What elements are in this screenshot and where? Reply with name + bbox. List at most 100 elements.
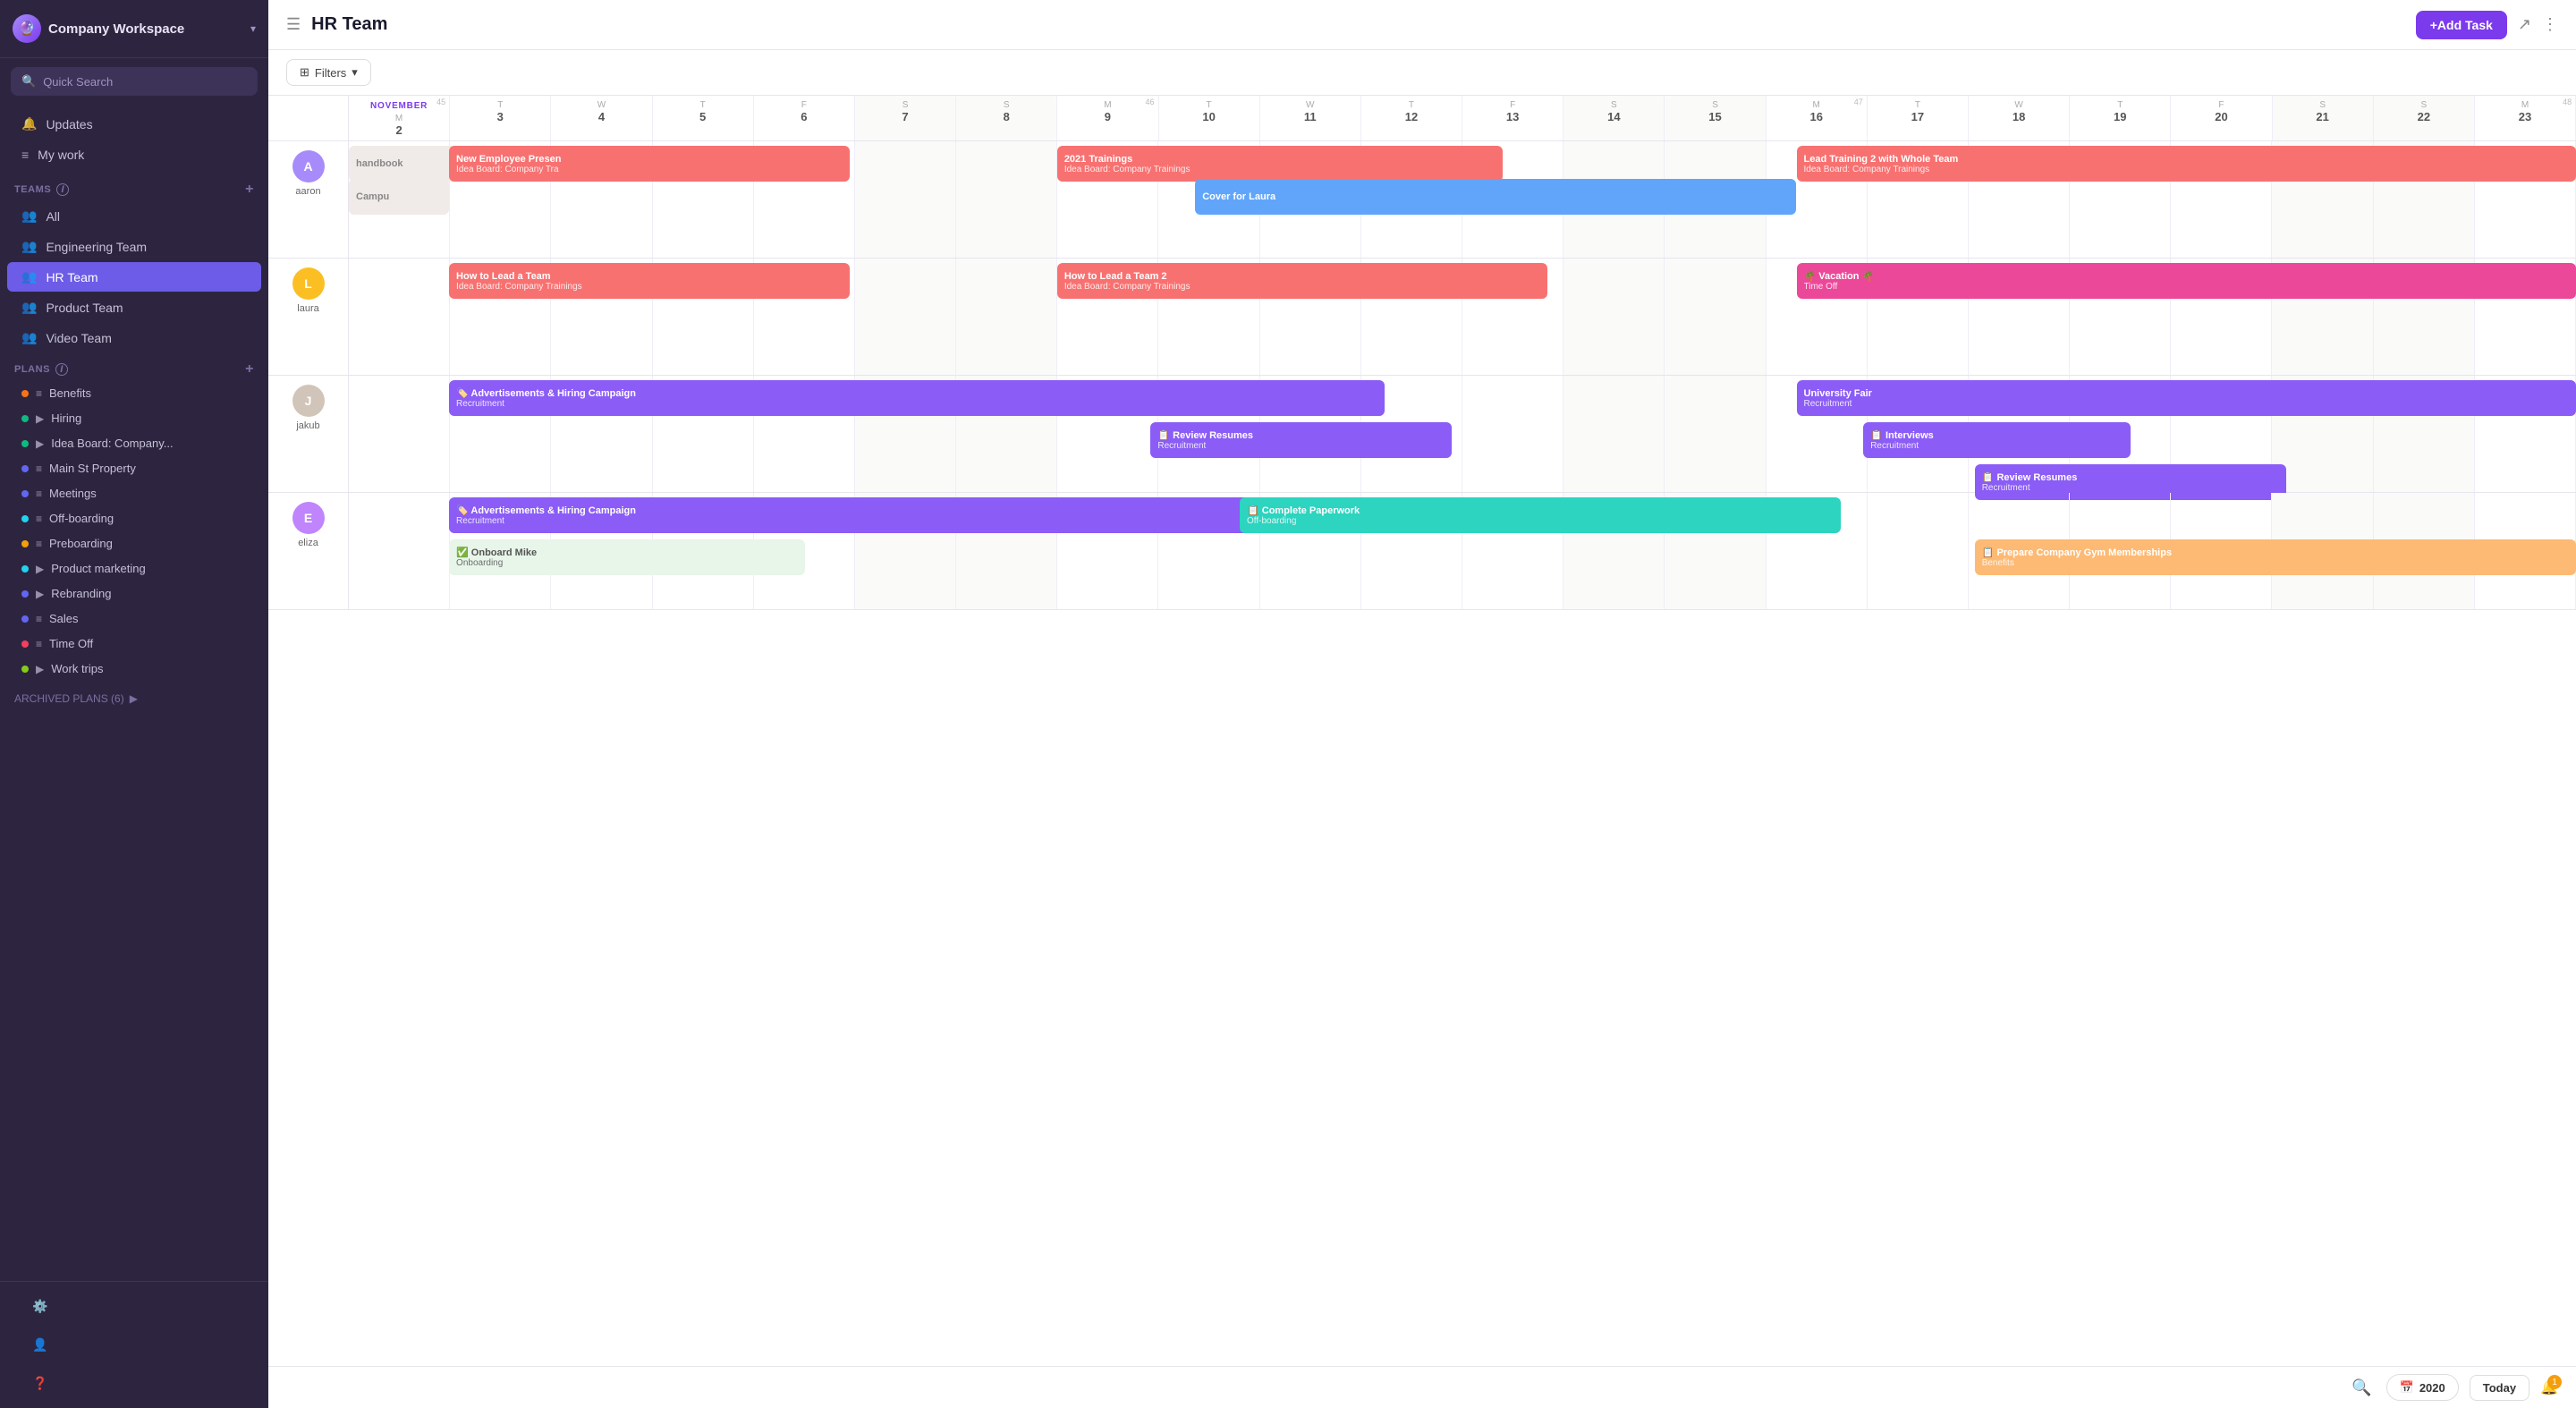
event-title: 2021 Trainings [1064, 154, 1496, 165]
calendar-row-jakub: J jakub 🏷️ Advertisements & Hiring Campa… [268, 376, 2576, 493]
archived-plans[interactable]: ARCHIVED PLANS (6) ▶ [0, 685, 268, 712]
plan-item-main-st-property[interactable]: ≡ Main St Property [7, 456, 261, 480]
day-name: M [2521, 100, 2529, 110]
plan-dot [21, 615, 29, 623]
event-aaron-4[interactable]: Lead Training 2 with Whole Team Idea Boa… [1797, 146, 2576, 182]
add-task-button[interactable]: +Add Task [2416, 11, 2507, 39]
event-subtitle: Onboarding [456, 558, 798, 568]
workspace-name: Company Workspace [48, 21, 243, 37]
month-label: NOVEMBER [351, 99, 447, 113]
today-button[interactable]: Today [2470, 1375, 2529, 1401]
zoom-button[interactable]: 🔍 [2348, 1375, 2375, 1401]
cal-day-11: W 11 [1260, 96, 1361, 140]
event-jakub-0[interactable]: 🏷️ Advertisements & Hiring Campaign Recr… [449, 380, 1385, 416]
day-number: 9 [1059, 110, 1156, 123]
sidebar-item-product[interactable]: 👥 Product Team [7, 293, 261, 322]
plan-dot [21, 666, 29, 673]
cal-day-13: F 13 [1462, 96, 1563, 140]
event-laura-1[interactable]: How to Lead a Team 2 Idea Board: Company… [1057, 263, 1547, 299]
event-subtitle: Benefits [1982, 558, 2569, 568]
calendar-container[interactable]: NOVEMBER45M 2T 3W 4T 5F 6S 7S 846M 9T 10… [268, 96, 2576, 1366]
notification-badge[interactable]: 🔔 1 [2540, 1378, 2558, 1396]
week-number: 45 [436, 98, 445, 106]
event-aaron-2[interactable]: New Employee Presen Idea Board: Company … [449, 146, 850, 182]
plan-item-meetings[interactable]: ≡ Meetings [7, 481, 261, 505]
add-team-button[interactable]: + [245, 182, 254, 197]
plans-list: ≡ Benefits ▶ Hiring ▶ Idea Board: Compan… [0, 380, 268, 682]
sidebar-item-engineering[interactable]: 👥 Engineering Team [7, 232, 261, 261]
search-icon: 🔍 [21, 74, 36, 89]
event-title: 📋 Prepare Company Gym Memberships [1982, 547, 2569, 558]
day-number: 23 [2477, 110, 2573, 123]
year-selector[interactable]: 📅 2020 [2386, 1374, 2459, 1401]
event-title: 📋 Complete Paperwork [1247, 505, 1834, 516]
bg-col [349, 259, 450, 375]
day-number: 14 [1565, 110, 1662, 123]
plans-info-icon[interactable]: i [55, 363, 68, 376]
event-title: How to Lead a Team 2 [1064, 271, 1540, 282]
hamburger-icon[interactable]: ☰ [286, 15, 301, 34]
share-button[interactable]: ↗ [2518, 15, 2531, 34]
plan-item-sales[interactable]: ≡ Sales [7, 606, 261, 631]
event-title: How to Lead a Team [456, 271, 843, 282]
sidebar-item-all[interactable]: 👥 All [7, 201, 261, 231]
plan-item-product-marketing[interactable]: ▶ Product marketing [7, 556, 261, 581]
teams-info-icon[interactable]: i [56, 183, 69, 196]
sidebar-item-mywork[interactable]: ≡ My work [7, 140, 261, 169]
day-name: W [1306, 100, 1314, 110]
event-eliza-0[interactable]: 🏷️ Advertisements & Hiring Campaign Recr… [449, 497, 1295, 533]
sidebar-people[interactable]: 👤 [18, 1330, 250, 1360]
engineering-team-icon: 👥 [21, 239, 37, 254]
event-title: 🏷️ Advertisements & Hiring Campaign [456, 387, 1377, 399]
event-eliza-1[interactable]: 📋 Complete Paperwork Off-boarding [1240, 497, 1841, 533]
add-plan-button[interactable]: + [245, 362, 254, 377]
more-options-button[interactable]: ⋮ [2542, 15, 2558, 34]
plan-item-work-trips[interactable]: ▶ Work trips [7, 657, 261, 681]
event-jakub-1[interactable]: 📋 Review Resumes Recruitment [1150, 422, 1451, 458]
plan-item-idea-board:-company...[interactable]: ▶ Idea Board: Company... [7, 431, 261, 455]
plan-type-icon: ≡ [36, 538, 42, 550]
day-name: S [1712, 100, 1718, 110]
event-jakub-2[interactable]: University Fair Recruitment [1797, 380, 2576, 416]
event-aaron-3[interactable]: 2021 Trainings Idea Board: Company Train… [1057, 146, 1503, 182]
plan-dot [21, 440, 29, 447]
week-number: 46 [1145, 98, 1154, 106]
event-eliza-2[interactable]: ✅ Onboard Mike Onboarding [449, 539, 805, 575]
event-laura-0[interactable]: How to Lead a Team Idea Board: Company T… [449, 263, 850, 299]
calendar-body: A aaron handbook Campu New Employee Pres… [268, 141, 2576, 610]
workspace-chevron-icon: ▾ [250, 22, 256, 35]
hr-team-icon: 👥 [21, 269, 37, 284]
quick-search[interactable]: 🔍 Quick Search [11, 67, 258, 96]
event-aaron-5[interactable]: Cover for Laura [1195, 179, 1796, 215]
event-eliza-3[interactable]: 📋 Prepare Company Gym Memberships Benefi… [1975, 539, 2576, 575]
plan-dot [21, 515, 29, 522]
cal-day-16: 47M 16 [1767, 96, 1868, 140]
plan-item-off-boarding[interactable]: ≡ Off-boarding [7, 506, 261, 530]
plan-item-benefits[interactable]: ≡ Benefits [7, 381, 261, 405]
event-laura-2[interactable]: 🌴 Vacation 🌴 Time Off [1797, 263, 2576, 299]
topbar: ☰ HR Team +Add Task ↗ ⋮ [268, 0, 2576, 50]
event-title: 🌴 Vacation 🌴 [1804, 270, 2570, 282]
workspace-header[interactable]: 🔮 Company Workspace ▾ [0, 0, 268, 58]
plan-label: Product marketing [51, 562, 146, 575]
sidebar-item-hr[interactable]: 👥 HR Team [7, 262, 261, 292]
sidebar-item-video[interactable]: 👥 Video Team [7, 323, 261, 352]
plan-type-icon: ▶ [36, 663, 44, 675]
plan-dot [21, 465, 29, 472]
person-cell-laura: L laura [268, 259, 349, 375]
plan-item-hiring[interactable]: ▶ Hiring [7, 406, 261, 430]
day-number: 17 [1869, 110, 1966, 123]
plan-item-rebranding[interactable]: ▶ Rebranding [7, 581, 261, 606]
filter-button[interactable]: ⊞ Filters ▾ [286, 59, 371, 86]
event-aaron-1[interactable]: Campu [349, 179, 449, 215]
plan-type-icon: ≡ [36, 513, 42, 525]
sidebar-help[interactable]: ❓ [18, 1369, 250, 1398]
plan-item-time-off[interactable]: ≡ Time Off [7, 632, 261, 656]
event-jakub-3[interactable]: 📋 Interviews Recruitment [1863, 422, 2131, 458]
event-aaron-0[interactable]: handbook [349, 146, 461, 182]
filter-icon: ⊞ [300, 65, 309, 80]
events-row-laura: How to Lead a Team Idea Board: Company T… [349, 259, 2576, 375]
plan-item-preboarding[interactable]: ≡ Preboarding [7, 531, 261, 556]
sidebar-item-updates[interactable]: 🔔 Updates [7, 109, 261, 139]
sidebar-settings[interactable]: ⚙️ [18, 1292, 250, 1321]
